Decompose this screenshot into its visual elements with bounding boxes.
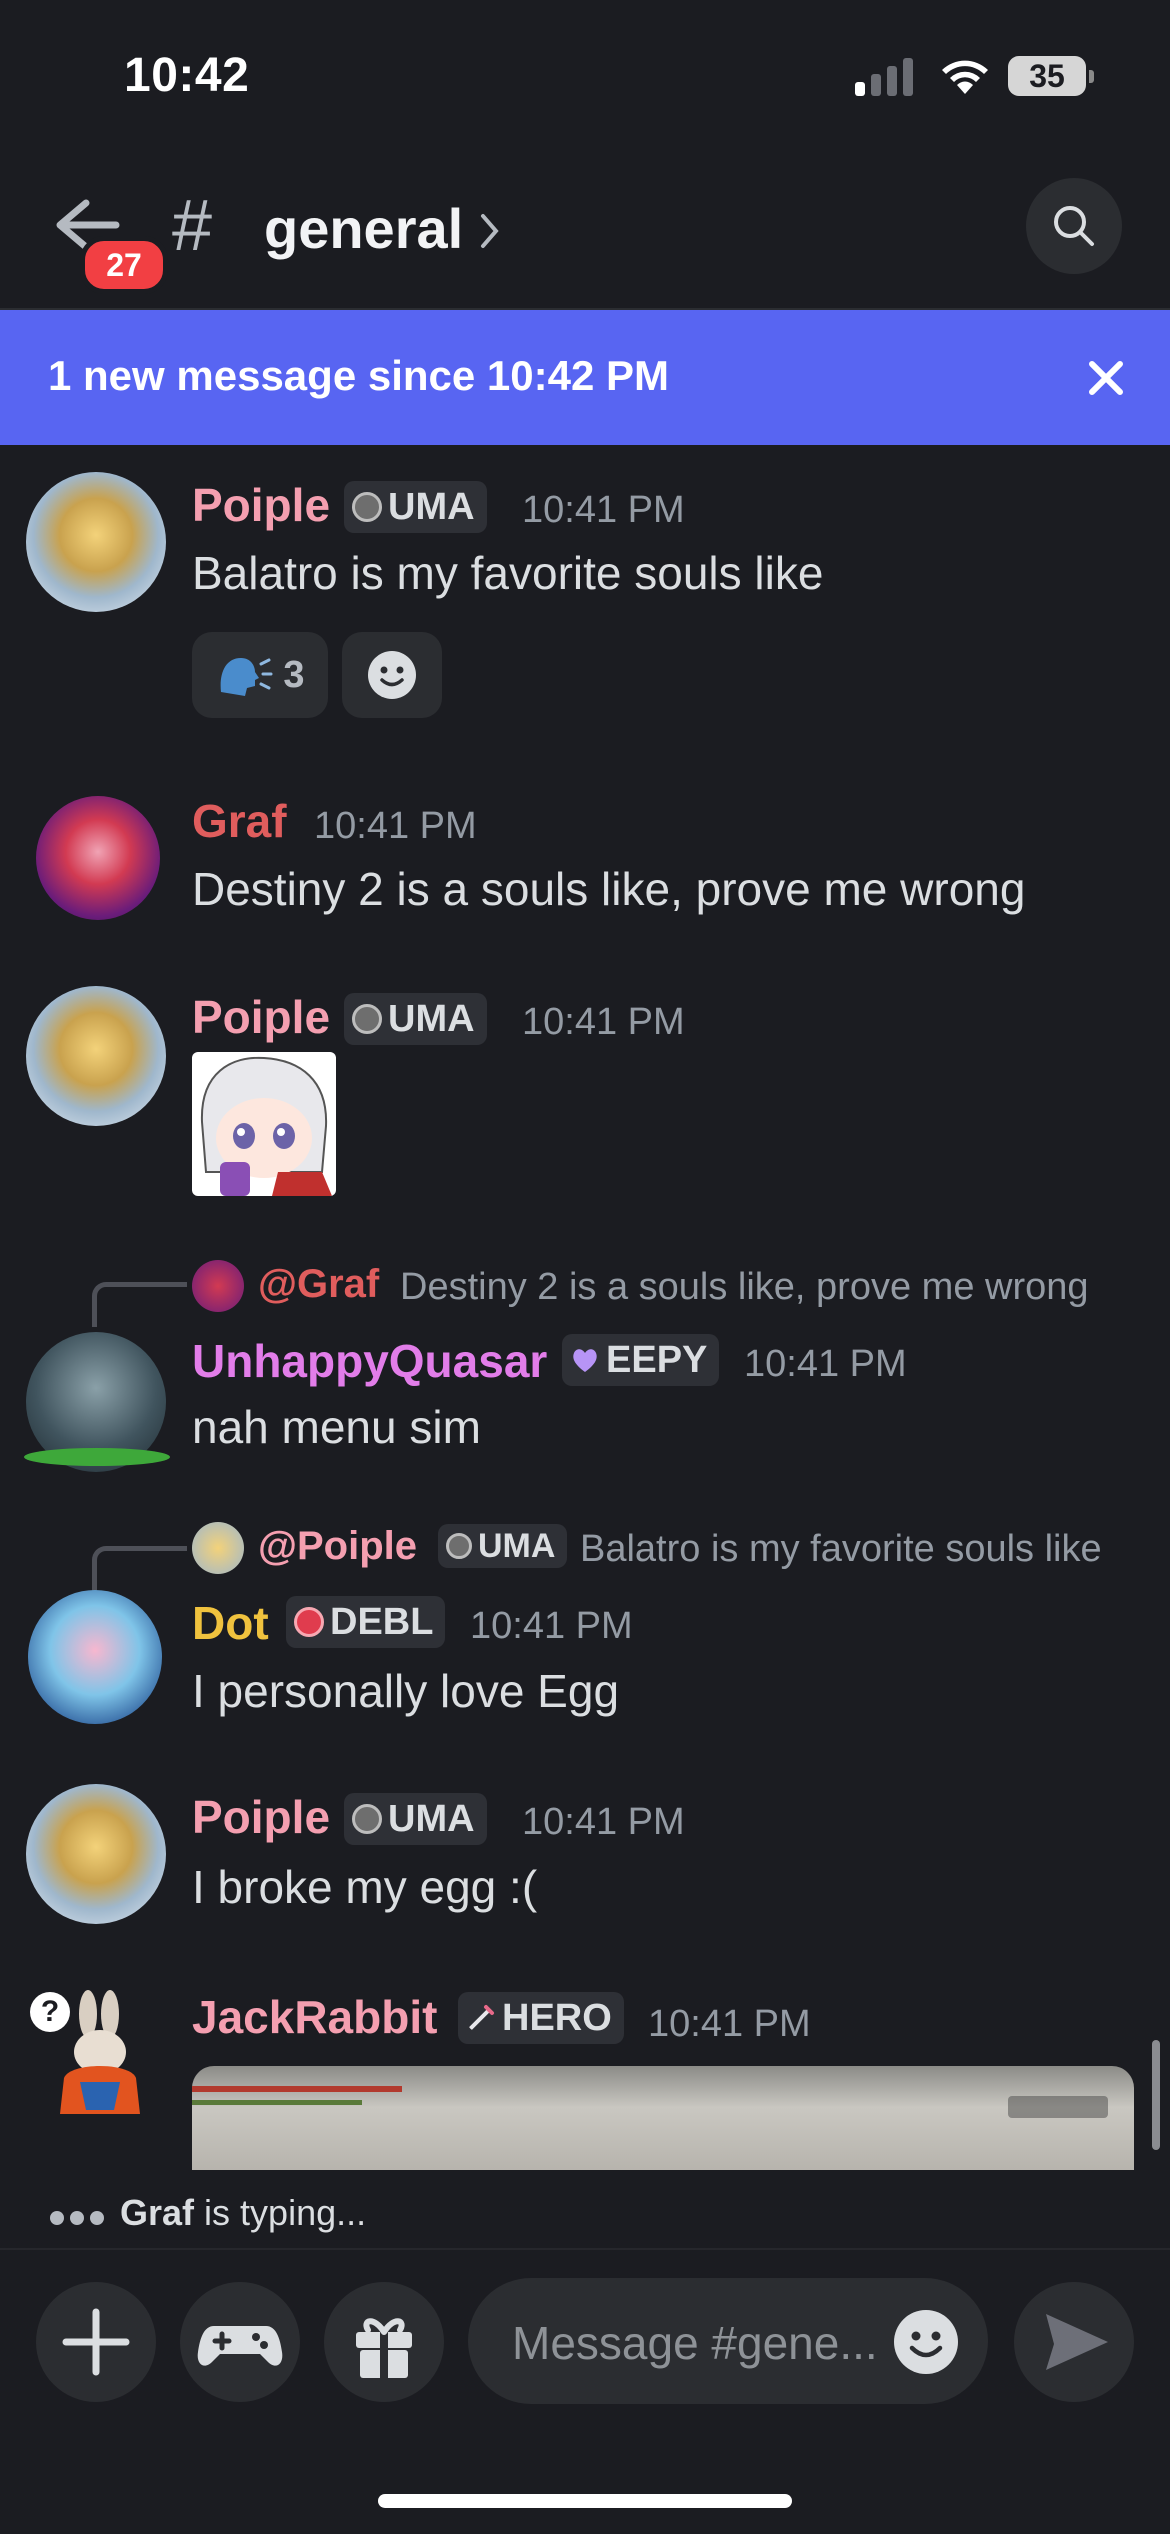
sword-icon	[468, 2005, 494, 2031]
channel-name[interactable]: general	[264, 196, 463, 261]
cellular-signal-icon	[855, 58, 915, 96]
message-content: nah menu sim	[192, 1401, 481, 1453]
reply-preview[interactable]: Balatro is my favorite souls like	[580, 1528, 1102, 1571]
rabbit-avatar-image	[60, 1990, 140, 2114]
server-tag[interactable]: UMA	[344, 993, 487, 1045]
message-author[interactable]: Dot	[192, 1596, 269, 1650]
add-attachment-button[interactable]	[36, 2282, 156, 2402]
message-timestamp: 10:41 PM	[648, 2003, 811, 2045]
tag-label: UMA	[388, 1797, 475, 1840]
avatar[interactable]	[26, 472, 166, 612]
tag-label: DEBL	[330, 1600, 434, 1643]
server-tag[interactable]: DEBL	[286, 1596, 446, 1648]
tag-badge-icon	[294, 1607, 324, 1637]
avatar[interactable]	[40, 1990, 160, 2120]
chevron-right-icon[interactable]	[478, 210, 502, 252]
server-tag[interactable]: EEPY	[562, 1334, 720, 1386]
tag-label: UMA	[478, 1526, 556, 1565]
add-reaction-icon	[368, 651, 416, 699]
avatar[interactable]	[26, 1784, 166, 1924]
gamepad-icon	[197, 2326, 283, 2366]
reply-author[interactable]: @Poiple	[258, 1524, 417, 1569]
speaking-head-icon	[221, 658, 273, 696]
message-timestamp: 10:41 PM	[744, 1343, 907, 1385]
send-button[interactable]	[1014, 2282, 1134, 2402]
message-author[interactable]: Graf	[192, 794, 287, 848]
typing-suffix: is typing...	[194, 2192, 367, 2233]
health-bar	[192, 2086, 402, 2092]
sticker-image	[200, 1056, 332, 1196]
battery-cap	[1089, 70, 1094, 83]
scrollbar-thumb[interactable]	[1152, 2040, 1160, 2150]
message-content: Destiny 2 is a souls like, prove me wron…	[192, 863, 1026, 915]
home-indicator	[378, 2494, 792, 2508]
message-author[interactable]: Poiple	[192, 990, 330, 1044]
battery-percent: 35	[1029, 58, 1065, 94]
anime-girl-sticker[interactable]	[192, 1052, 336, 1196]
message-author[interactable]: JackRabbit	[192, 1990, 437, 2044]
tag-badge-icon	[446, 1533, 472, 1559]
stamina-bar	[192, 2100, 362, 2105]
tag-label: UMA	[388, 997, 475, 1040]
message-placeholder: Message #gene...	[512, 2317, 878, 2369]
status-time: 10:42	[124, 49, 250, 102]
tag-badge-icon	[352, 1004, 382, 1034]
activities-button[interactable]	[180, 2282, 300, 2402]
reaction-count: 3	[283, 653, 305, 696]
avatar-decoration	[24, 1448, 170, 1466]
message-input[interactable]: Message #gene...	[468, 2278, 988, 2404]
plus-icon	[62, 2308, 130, 2376]
message-timestamp: 10:41 PM	[314, 805, 477, 847]
server-tag[interactable]: UMA	[344, 481, 487, 533]
channel-hash-icon: #	[172, 186, 213, 266]
close-icon[interactable]	[1084, 356, 1128, 400]
message-timestamp: 10:41 PM	[522, 489, 685, 531]
battery-indicator: 35	[1008, 56, 1086, 96]
server-tag[interactable]: UMA	[344, 1793, 487, 1845]
unread-count-badge: 27	[80, 236, 168, 294]
heart-icon	[573, 1349, 597, 1372]
tag-label: HERO	[502, 1996, 612, 2039]
hud-counter	[1008, 2096, 1108, 2118]
message-timestamp: 10:41 PM	[470, 1605, 633, 1647]
avatar[interactable]	[28, 1590, 162, 1724]
new-messages-text: 1 new message since 10:42 PM	[48, 352, 669, 399]
avatar[interactable]	[26, 986, 166, 1126]
add-reaction-button[interactable]	[342, 632, 442, 718]
reaction-speaking-head[interactable]: 3	[192, 632, 328, 718]
gift-button[interactable]	[324, 2282, 444, 2402]
tag-badge-icon	[352, 492, 382, 522]
message-author[interactable]: Poiple	[192, 478, 330, 532]
tag-label: UMA	[388, 485, 475, 528]
message-author[interactable]: Poiple	[192, 1790, 330, 1844]
typing-indicator: Graf is typing...	[50, 2192, 366, 2234]
avatar[interactable]	[36, 796, 160, 920]
tag-badge-icon	[352, 1804, 382, 1834]
reply-author[interactable]: @Graf	[258, 1262, 379, 1307]
message-content: Balatro is my favorite souls like	[192, 547, 824, 599]
typing-user: Graf	[120, 2192, 195, 2233]
reply-server-tag: UMA	[438, 1524, 568, 1568]
server-tag[interactable]: HERO	[458, 1992, 624, 2044]
reply-avatar	[192, 1522, 244, 1574]
message-content: I broke my egg :(	[192, 1861, 538, 1913]
reply-connector	[92, 1546, 187, 1591]
game-screenshot-attachment[interactable]	[192, 2066, 1134, 2170]
tag-label: EEPY	[606, 1338, 708, 1381]
message-author[interactable]: UnhappyQuasar	[192, 1334, 547, 1388]
gift-icon	[356, 2318, 412, 2378]
reply-avatar	[192, 1260, 244, 1312]
reply-connector	[92, 1282, 187, 1327]
reply-preview[interactable]: Destiny 2 is a souls like, prove me wron…	[400, 1266, 1089, 1309]
send-icon	[1046, 2314, 1108, 2370]
search-icon	[1054, 206, 1094, 246]
search-button[interactable]	[1026, 178, 1122, 274]
wifi-icon	[942, 60, 988, 94]
message-timestamp: 10:41 PM	[522, 1001, 685, 1043]
emoji-icon[interactable]	[892, 2308, 960, 2376]
typing-dots-icon	[50, 2192, 110, 2233]
message-content: I personally love Egg	[192, 1665, 620, 1717]
message-timestamp: 10:41 PM	[522, 1801, 685, 1843]
